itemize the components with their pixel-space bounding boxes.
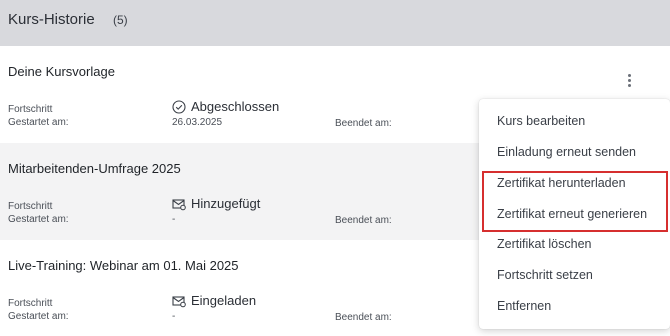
started-value: 26.03.2025 xyxy=(172,117,223,128)
ended-label: Beendet am: xyxy=(335,118,392,129)
highlight-box xyxy=(482,171,668,232)
menu-item-delete-certificate[interactable]: Zertifikat löschen xyxy=(497,237,591,251)
more-options-icon[interactable] xyxy=(622,72,636,88)
page-title: Kurs-Historie xyxy=(8,11,95,28)
ended-label: Beendet am: xyxy=(335,312,392,323)
check-circle-icon xyxy=(172,99,186,114)
course-title: Deine Kursvorlage xyxy=(8,64,115,79)
menu-item-edit-course[interactable]: Kurs bearbeiten xyxy=(497,114,585,128)
status-text: Hinzugefügt xyxy=(191,196,261,211)
course-title: Live-Training: Webinar am 01. Mai 2025 xyxy=(8,258,239,273)
progress-label: Fortschritt xyxy=(8,104,53,115)
started-value: - xyxy=(172,311,176,322)
course-history-header: Kurs-Historie (5) xyxy=(0,0,670,46)
course-title: Mitarbeitenden-Umfrage 2025 xyxy=(8,161,181,176)
status-text: Eingeladen xyxy=(191,293,257,308)
envelope-icon xyxy=(172,295,186,307)
status-value: Hinzugefügt xyxy=(172,196,260,211)
menu-item-remove[interactable]: Entfernen xyxy=(497,299,551,313)
envelope-icon xyxy=(172,198,186,210)
menu-item-resend-invitation[interactable]: Einladung erneut senden xyxy=(497,145,636,159)
status-value: Abgeschlossen xyxy=(172,99,279,114)
course-count: (5) xyxy=(113,13,128,27)
started-label: Gestartet am: xyxy=(8,214,69,225)
started-label: Gestartet am: xyxy=(8,311,69,322)
progress-label: Fortschritt xyxy=(8,298,53,309)
status-text: Abgeschlossen xyxy=(191,99,280,114)
started-label: Gestartet am: xyxy=(8,117,69,128)
ended-label: Beendet am: xyxy=(335,215,392,226)
progress-label: Fortschritt xyxy=(8,201,53,212)
status-value: Eingeladen xyxy=(172,293,256,308)
started-value: - xyxy=(172,214,176,225)
menu-item-set-progress[interactable]: Fortschritt setzen xyxy=(497,268,593,282)
